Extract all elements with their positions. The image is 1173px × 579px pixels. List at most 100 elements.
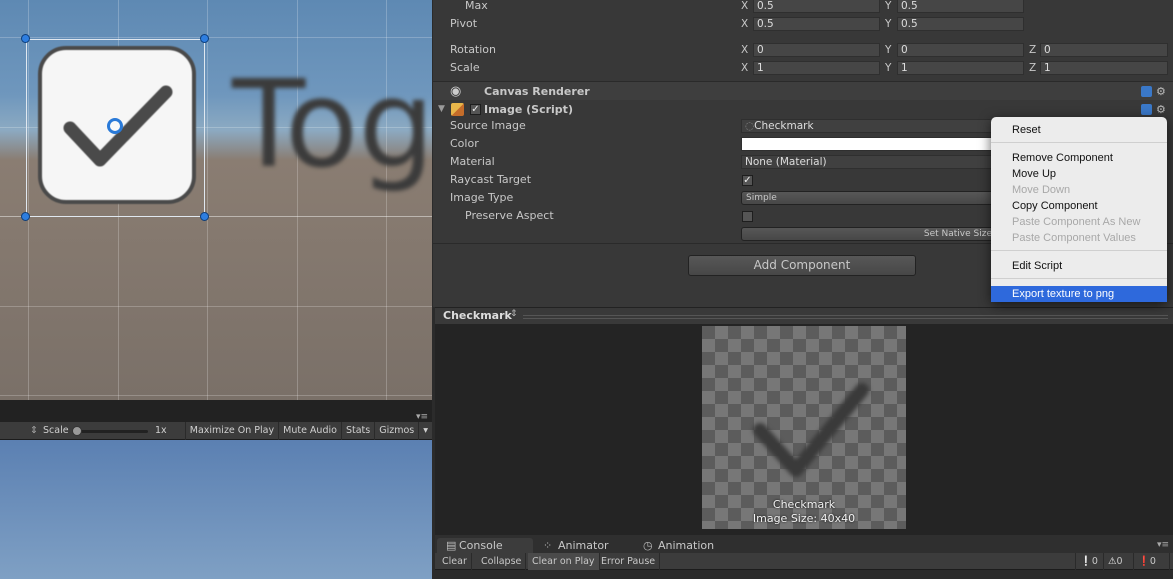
resize-handle[interactable]	[21, 212, 30, 221]
game-toolbar: ⇕ Scale 1x Maximize On Play Mute Audio S…	[0, 421, 432, 440]
add-component-button[interactable]: Add Component	[688, 255, 916, 276]
menu-item-paste-values: Paste Component Values	[1012, 232, 1136, 244]
axis-x-label[interactable]: X	[741, 59, 748, 77]
scale-z-field[interactable]: 1	[1040, 61, 1168, 75]
image-enabled-checkbox[interactable]: ✓	[470, 104, 481, 115]
panel-menu-icon[interactable]: ▾≡	[1157, 540, 1169, 550]
menu-separator	[991, 250, 1167, 251]
scale-slider-thumb[interactable]	[72, 425, 82, 436]
image-type-dropdown[interactable]: Simple	[741, 191, 1001, 205]
raycast-target-checkbox[interactable]: ✓	[742, 175, 753, 186]
gizmos-dropdown-icon[interactable]: ▾	[418, 421, 432, 440]
preview-header[interactable]: Checkmark ⇕	[435, 307, 1173, 324]
rotation-label: Rotation	[450, 43, 497, 56]
toggle-label-text[interactable]: Tog	[232, 56, 432, 195]
mute-audio-button[interactable]: Mute Audio	[278, 421, 341, 440]
canvas-renderer-header[interactable]: ◉ Canvas Renderer ⚙	[433, 81, 1173, 100]
rotation-x-field[interactable]: 0	[753, 43, 880, 57]
menu-item-copy-component[interactable]: Copy Component	[991, 198, 1167, 214]
anchor-max-label: Max	[465, 0, 488, 12]
tab-animator-label: Animator	[558, 539, 609, 552]
tab-animation[interactable]: ◷ Animation	[636, 538, 736, 553]
maximize-on-play-button[interactable]: Maximize On Play	[184, 421, 278, 440]
axis-z-label[interactable]: Z	[1029, 59, 1036, 77]
console-icon: ▤	[446, 539, 457, 552]
info-count: 0	[1091, 556, 1098, 567]
resize-handle[interactable]	[200, 212, 209, 221]
pivot-row: Pivot X 0.5 Y 0.5	[433, 15, 1173, 33]
grid-line	[0, 395, 432, 396]
warning-count: 0	[1116, 556, 1123, 567]
rotation-y-field[interactable]: 0	[897, 43, 1024, 57]
grid-line	[0, 37, 432, 38]
scale-row: Scale X 1 Y 1 Z 1	[433, 59, 1173, 77]
scale-label: Scale	[43, 424, 69, 436]
anchor-max-x-field[interactable]: 0.5	[753, 0, 880, 13]
game-view-canvas[interactable]	[0, 440, 432, 579]
source-image-field[interactable]: ◌Checkmark	[741, 119, 1001, 133]
anchor-max-y-field[interactable]: 0.5	[897, 0, 1024, 13]
info-icon: ❕	[1080, 556, 1092, 567]
error-pause-button[interactable]: Error Pause	[597, 553, 661, 570]
info-count-toggle[interactable]: ❕0	[1075, 553, 1104, 570]
panel-menu-icon[interactable]: ▾≡	[416, 412, 428, 422]
color-swatch[interactable]	[741, 137, 1001, 151]
axis-z-label[interactable]: Z	[1029, 41, 1036, 59]
menu-item-remove-component[interactable]: Remove Component	[991, 150, 1167, 166]
gizmos-button[interactable]: Gizmos	[374, 421, 418, 440]
set-native-size-button[interactable]: Set Native Size	[741, 227, 1001, 241]
tab-animator[interactable]: ⁘ Animator	[536, 538, 634, 553]
error-icon: ❗	[1138, 556, 1150, 567]
scene-view[interactable]: Tog	[0, 0, 432, 400]
game-view-header: ▾≡	[0, 400, 432, 422]
clear-button[interactable]: Clear	[438, 553, 472, 570]
grid-line	[207, 0, 208, 400]
axis-x-label[interactable]: X	[741, 0, 748, 15]
eye-icon: ◉	[450, 84, 462, 99]
pivot-handle[interactable]	[107, 118, 123, 134]
image-component-icon	[451, 103, 464, 116]
help-icon[interactable]	[1141, 104, 1152, 115]
collapse-button[interactable]: Collapse	[477, 553, 527, 570]
stats-button[interactable]: Stats	[340, 421, 374, 440]
error-count-toggle[interactable]: ❗0	[1134, 553, 1170, 570]
menu-separator	[991, 142, 1167, 143]
pivot-x-field[interactable]: 0.5	[753, 17, 880, 31]
axis-y-label[interactable]: Y	[885, 41, 891, 59]
rotation-z-field[interactable]: 0	[1040, 43, 1168, 57]
resize-handle[interactable]	[21, 34, 30, 43]
tab-console-label: Console	[459, 539, 503, 552]
raycast-target-label: Raycast Target	[450, 173, 532, 186]
scale-y-field[interactable]: 1	[897, 61, 1024, 75]
axis-x-label[interactable]: X	[741, 41, 748, 59]
axis-y-label[interactable]: Y	[885, 15, 891, 33]
menu-item-edit-script[interactable]: Edit Script	[991, 258, 1167, 274]
scale-x-field[interactable]: 1	[753, 61, 880, 75]
menu-item-move-up[interactable]: Move Up	[991, 166, 1167, 182]
console-toolbar: Clear Collapse Clear on Play Error Pause…	[435, 553, 1173, 570]
source-image-value: Checkmark	[754, 120, 814, 132]
menu-item-reset[interactable]: Reset	[991, 122, 1167, 138]
axis-y-label[interactable]: Y	[885, 59, 891, 77]
resize-handle[interactable]	[200, 34, 209, 43]
console-tab-strip: ▤ Console ⁘ Animator ◷ Animation ▾≡	[435, 535, 1173, 553]
help-icon[interactable]	[1141, 86, 1152, 97]
menu-item-move-down: Move Down	[1012, 184, 1071, 196]
texture-preview: Checkmark Image Size: 40x40	[702, 326, 906, 529]
axis-y-label[interactable]: Y	[885, 0, 891, 15]
clear-on-play-button[interactable]: Clear on Play	[528, 553, 600, 570]
menu-item-export-texture[interactable]: Export texture to png	[991, 286, 1167, 302]
scale-slider-track[interactable]	[74, 429, 148, 433]
gear-icon[interactable]: ⚙	[1156, 82, 1166, 101]
material-field[interactable]: None (Material)	[741, 155, 1001, 169]
preserve-aspect-checkbox[interactable]	[742, 211, 753, 222]
scale-control[interactable]: ⇕ Scale 1x	[0, 422, 185, 440]
warning-count-toggle[interactable]: ⚠0	[1104, 553, 1134, 570]
pivot-y-field[interactable]: 0.5	[897, 17, 1024, 31]
stepper-icon[interactable]: ⇕	[510, 309, 518, 319]
axis-x-label[interactable]: X	[741, 15, 748, 33]
tab-console[interactable]: ▤ Console	[437, 538, 533, 553]
drag-bar[interactable]	[523, 315, 1168, 319]
source-image-label: Source Image	[450, 119, 526, 132]
image-type-label: Image Type	[450, 191, 514, 204]
